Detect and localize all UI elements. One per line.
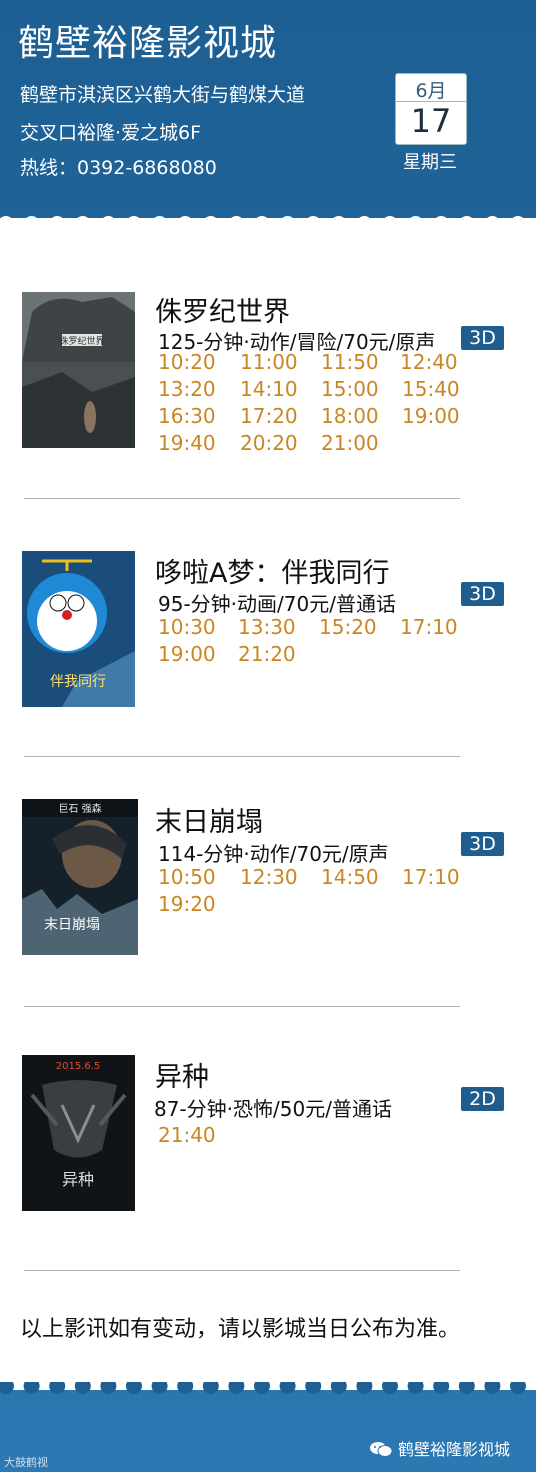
movie-poster[interactable]: 伴我同行 (22, 551, 135, 707)
format-badge: 3D (461, 832, 504, 856)
showtime[interactable]: 18:00 (321, 404, 379, 428)
hotline: 热线：0392-6868080 (20, 157, 217, 179)
showtime[interactable]: 10:30 (158, 615, 216, 639)
showtime[interactable]: 16:30 (158, 404, 216, 428)
wechat-account[interactable]: 鹤壁裕隆影视城 (370, 1436, 510, 1460)
showtime[interactable]: 20:20 (240, 431, 298, 455)
showtime[interactable]: 10:50 (158, 865, 216, 889)
calendar-day: 17 (410, 102, 452, 140)
divider (24, 1006, 460, 1007)
showtime[interactable]: 11:50 (321, 350, 379, 374)
showtime[interactable]: 17:10 (402, 865, 460, 889)
divider (24, 498, 460, 499)
showtime[interactable]: 21:00 (321, 431, 379, 455)
poster-title: 侏罗纪世界 (59, 335, 104, 347)
showtime[interactable]: 13:20 (158, 377, 216, 401)
poster-title: 伴我同行 (50, 674, 106, 690)
showtime[interactable]: 14:50 (321, 865, 379, 889)
poster-top-text: 巨石 强森 (58, 802, 101, 815)
poster-title: 末日崩塌 (44, 917, 100, 933)
address-line-1: 鹤壁市淇滨区兴鹤大街与鹤煤大道 (20, 84, 306, 106)
showtime[interactable]: 15:40 (402, 377, 460, 401)
showtime[interactable]: 12:30 (240, 865, 298, 889)
header: 鹤壁裕隆影视城 鹤壁市淇滨区兴鹤大街与鹤煤大道 交叉口裕隆·爱之城6F 热线：0… (0, 0, 536, 220)
showtime[interactable]: 11:00 (240, 350, 298, 374)
movie-title: 末日崩塌 (155, 807, 263, 838)
poster-top-text: 2015.6.5 (56, 1061, 101, 1072)
showtime[interactable]: 15:20 (319, 615, 377, 639)
calendar-weekday: 星期三 (403, 152, 457, 173)
showtime[interactable]: 17:20 (240, 404, 298, 428)
movie-poster[interactable]: 侏罗纪世界 (22, 292, 135, 448)
showtime[interactable]: 10:20 (158, 350, 216, 374)
movie-meta: 87-分钟·恐怖/50元/普通话 (154, 1097, 392, 1121)
schedule-page: 鹤壁裕隆影视城 鹤壁市淇滨区兴鹤大街与鹤煤大道 交叉口裕隆·爱之城6F 热线：0… (0, 0, 536, 1472)
movie-title: 哆啦A梦：伴我同行 (155, 558, 390, 589)
movie-poster[interactable]: 2015.6.5 异种 (22, 1055, 135, 1211)
showtime[interactable]: 19:40 (158, 431, 216, 455)
schedule-list: 侏罗纪世界 侏罗纪世界 125-分钟·动作/冒险/70元/原声 3D 10:20… (0, 218, 536, 1390)
divider (24, 1270, 460, 1271)
showtime[interactable]: 19:00 (402, 404, 460, 428)
format-badge: 2D (461, 1087, 504, 1111)
account-name: 鹤壁裕隆影视城 (398, 1440, 511, 1459)
calendar-month: 6月 (415, 80, 447, 102)
movie-title: 异种 (155, 1062, 209, 1093)
showtime[interactable]: 14:10 (240, 377, 298, 401)
showtime[interactable]: 21:40 (158, 1123, 216, 1147)
calendar-icon: 6月 17 (395, 73, 467, 145)
movie-title: 侏罗纪世界 (155, 297, 290, 328)
showtime[interactable]: 21:20 (238, 642, 296, 666)
showtime[interactable]: 13:30 (238, 615, 296, 639)
format-badge: 3D (461, 582, 504, 606)
showtime[interactable]: 15:00 (321, 377, 379, 401)
movie-meta: 114-分钟·动作/70元/原声 (158, 842, 389, 866)
watermark-left: 大鼓鹤视 (4, 1456, 48, 1469)
poster-title: 异种 (62, 1170, 94, 1189)
movie-meta: 95-分钟·动画/70元/普通话 (158, 592, 396, 616)
cinema-title: 鹤壁裕隆影视城 (18, 23, 278, 64)
showtime[interactable]: 17:10 (400, 615, 458, 639)
format-badge: 3D (461, 326, 504, 350)
showtime[interactable]: 19:00 (158, 642, 216, 666)
notice-text: 以上影讯如有变动，请以影城当日公布为准。 (20, 1317, 461, 1342)
showtime[interactable]: 19:20 (158, 892, 216, 916)
movie-poster[interactable]: 巨石 强森 末日崩塌 (22, 799, 138, 955)
showtime[interactable]: 12:40 (400, 350, 458, 374)
divider (24, 756, 460, 757)
wechat-icon (370, 1441, 393, 1457)
address-line-2: 交叉口裕隆·爱之城6F (20, 122, 202, 144)
